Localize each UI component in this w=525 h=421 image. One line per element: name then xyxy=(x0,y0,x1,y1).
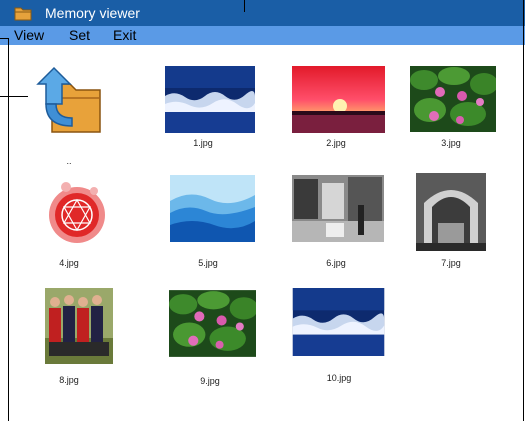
file-name: .. xyxy=(66,156,72,166)
menu-view[interactable]: View xyxy=(14,27,44,44)
image-thumbnail xyxy=(169,290,256,357)
image-thumbnail xyxy=(292,175,384,242)
image-thumbnail xyxy=(170,175,255,242)
file-name: 7.jpg xyxy=(441,258,461,268)
file-item-parent[interactable]: .. xyxy=(14,60,124,170)
image-thumbnail xyxy=(292,288,385,356)
file-name: 9.jpg xyxy=(200,376,220,386)
top-frame-tick xyxy=(244,0,245,12)
file-name: 10.jpg xyxy=(326,373,352,383)
folder-up-icon xyxy=(36,66,101,133)
file-item[interactable]: 2.jpg xyxy=(266,60,385,170)
menu-set[interactable]: Set xyxy=(69,27,90,44)
image-thumbnail xyxy=(45,288,113,364)
file-name: 1.jpg xyxy=(193,138,213,148)
window-title: Memory viewer xyxy=(45,5,140,21)
file-item[interactable]: 9.jpg xyxy=(141,288,256,398)
menu-bar: View Set Exit xyxy=(0,26,525,45)
file-item[interactable]: 8.jpg xyxy=(14,288,124,398)
file-item[interactable]: 10.jpg xyxy=(266,288,385,398)
left-frame-tick-top xyxy=(0,38,9,39)
file-name: 5.jpg xyxy=(198,258,218,268)
file-item[interactable]: 3.jpg xyxy=(396,60,506,170)
file-item[interactable]: 7.jpg xyxy=(396,169,506,279)
file-name: 8.jpg xyxy=(59,375,79,385)
menu-exit[interactable]: Exit xyxy=(113,27,136,44)
file-name: 2.jpg xyxy=(326,138,346,148)
file-item[interactable]: 4.jpg xyxy=(14,169,124,279)
file-name: 3.jpg xyxy=(441,138,461,148)
file-item[interactable]: 5.jpg xyxy=(141,169,255,279)
image-thumbnail xyxy=(165,66,255,133)
file-item[interactable]: 6.jpg xyxy=(266,169,384,279)
file-item[interactable]: 1.jpg xyxy=(141,60,255,170)
folder-icon xyxy=(14,7,32,21)
file-grid: .. 1.jpg 2.jpg 3.jpg 4.jpg 5.jpg 6.jpg 7… xyxy=(0,45,525,421)
file-name: 4.jpg xyxy=(59,258,79,268)
image-thumbnail xyxy=(292,66,385,133)
title-bar: Memory viewer xyxy=(0,0,525,26)
image-thumbnail xyxy=(44,177,110,249)
image-thumbnail xyxy=(416,173,486,251)
file-name: 6.jpg xyxy=(326,258,346,268)
image-thumbnail xyxy=(410,66,496,132)
